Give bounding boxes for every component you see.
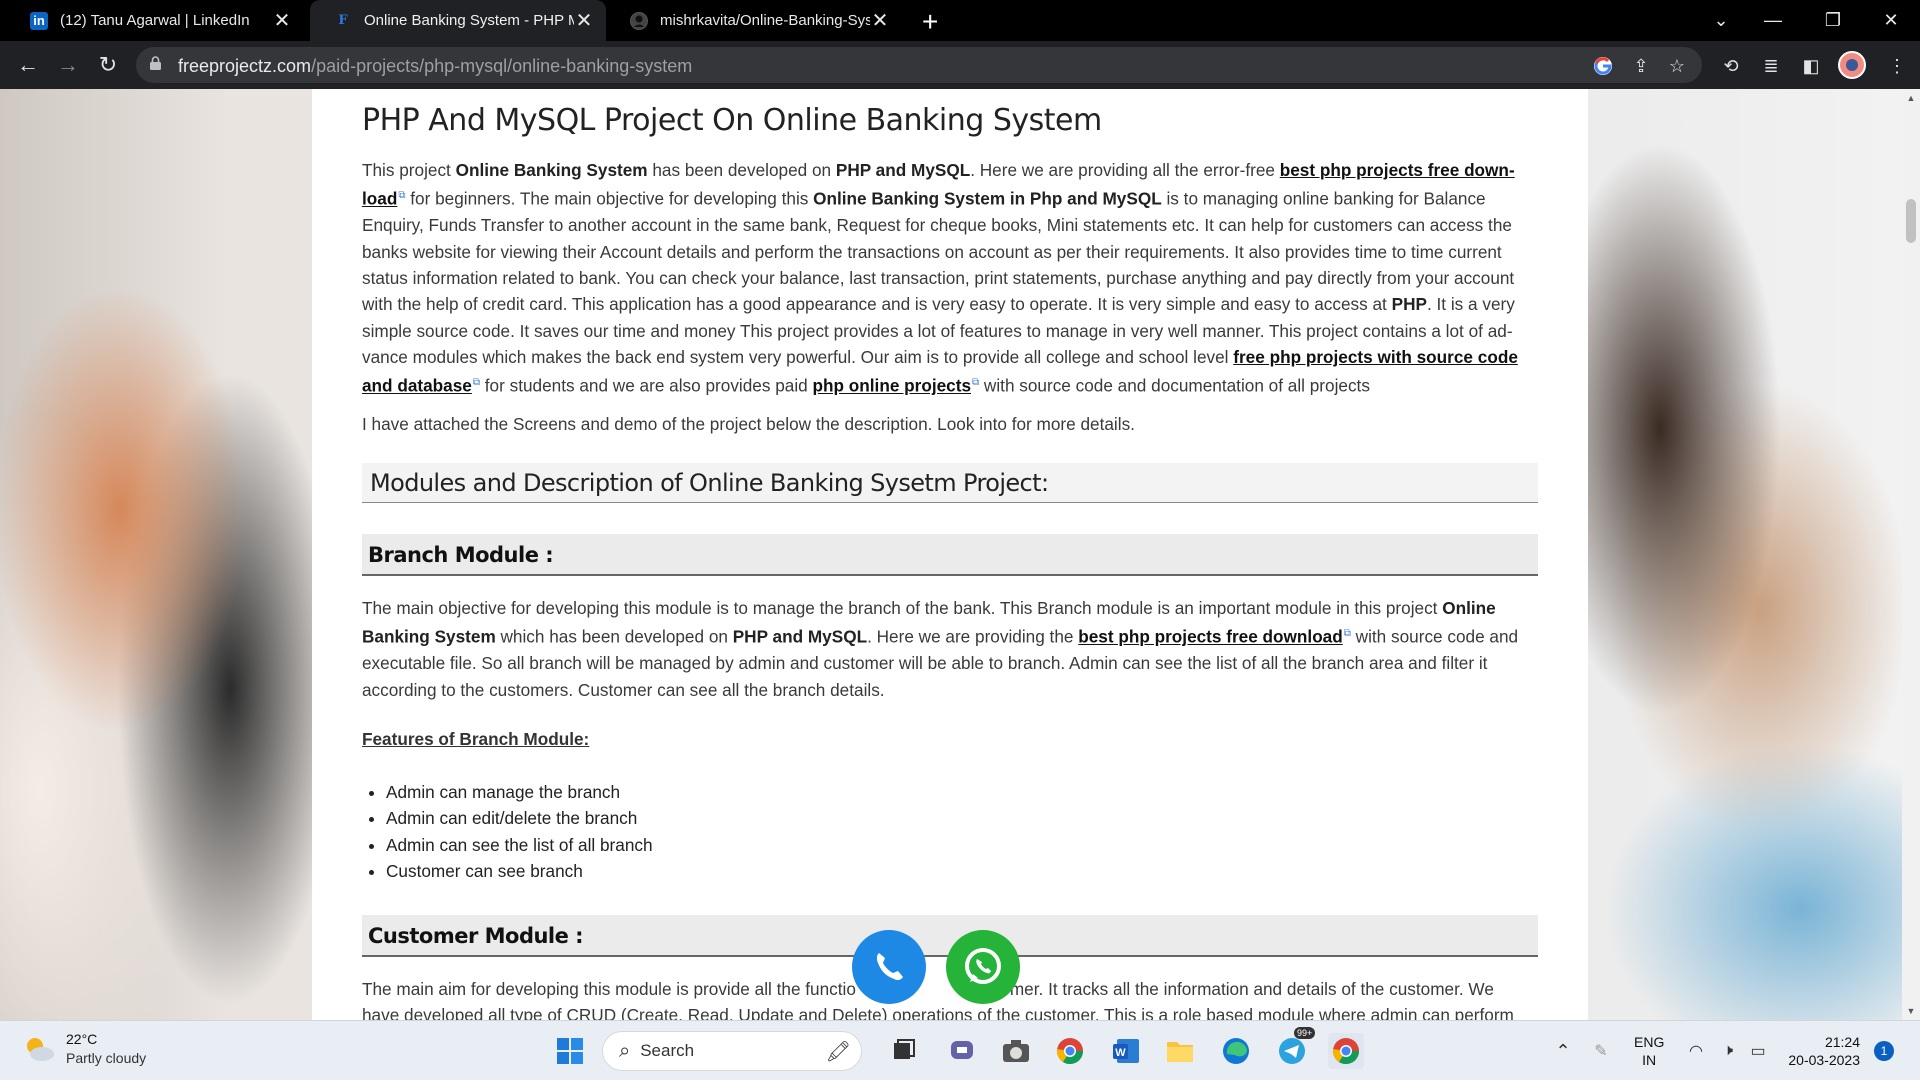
file-explorer-icon[interactable] — [1162, 1033, 1198, 1069]
language-indicator[interactable]: ENG IN — [1634, 1033, 1664, 1069]
bookmark-star-icon[interactable]: ☆ — [1666, 55, 1688, 77]
php-online-projects-link[interactable]: php online projects — [813, 376, 972, 396]
reload-icon[interactable]: ↻ — [92, 49, 124, 81]
edge-icon[interactable] — [1218, 1033, 1254, 1069]
restore-button[interactable]: ❐ — [1808, 0, 1858, 41]
list-item: Admin can manage the branch — [386, 779, 653, 805]
close-icon[interactable]: ✕ — [574, 8, 594, 33]
start-button[interactable] — [552, 1033, 588, 1069]
list-item: Admin can edit/delete the branch — [386, 805, 653, 831]
scroll-down-icon[interactable]: ▼ — [1902, 1006, 1920, 1016]
word-icon[interactable]: W — [1108, 1033, 1144, 1069]
tab-online-banking[interactable]: F Online Banking System - PHP My ✕ — [310, 0, 606, 41]
telegram-badge: 99+ — [1294, 1027, 1316, 1039]
browser-toolbar: ← → ↻ freeprojectz.com/paid-projects/php… — [0, 41, 1920, 89]
list-item: Customer can see branch — [386, 858, 653, 884]
scrollbar[interactable]: ▲ ▼ — [1902, 89, 1920, 1020]
tab-linkedin[interactable]: in (12) Tanu Agarwal | LinkedIn ✕ — [6, 0, 304, 41]
svg-text:W: W — [1115, 1047, 1126, 1059]
media-queue-icon[interactable]: ≣ — [1758, 53, 1784, 79]
tab-title: mishrkavita/Online-Banking-Syst — [660, 12, 870, 29]
page-viewport: PHP And MySQL Project On Online Banking … — [0, 89, 1902, 1020]
github-icon — [630, 11, 648, 30]
wifi-icon[interactable]: ◠ — [1678, 1033, 1714, 1069]
branch-features-title: Features of Branch Module: — [362, 729, 590, 749]
battery-icon[interactable]: ▭ — [1740, 1033, 1776, 1069]
back-arrow-icon[interactable]: ← — [12, 49, 44, 81]
whatsapp-icon — [965, 948, 1001, 984]
tab-title: (12) Tanu Agarwal | LinkedIn — [60, 12, 250, 29]
lock-icon — [150, 56, 161, 70]
tab-search-chevron-icon[interactable]: ⌄ — [1696, 0, 1746, 41]
linkedin-icon: in — [30, 11, 48, 30]
chevron-up-icon[interactable]: ⌃ — [1545, 1033, 1581, 1069]
demo-note: I have attached the Screens and demo of … — [362, 414, 1135, 434]
pen-menu-icon[interactable]: ✎ — [1583, 1033, 1619, 1069]
partly-cloudy-icon — [22, 1034, 56, 1064]
weather-widget[interactable]: 22°C Partly cloudy — [22, 1031, 146, 1066]
scrollbar-thumb[interactable] — [1906, 199, 1916, 243]
url-text: freeprojectz.com/paid-projects/php-mysql… — [178, 56, 693, 76]
windows-icon — [557, 1038, 583, 1064]
search-highlight-icon: 🖍 — [825, 1040, 851, 1063]
profile-avatar[interactable] — [1838, 51, 1866, 79]
search-label: Search — [640, 1041, 695, 1060]
menu-kebab-icon[interactable]: ⋮ — [1884, 53, 1910, 79]
teams-chat-icon[interactable] — [944, 1033, 980, 1069]
new-tab-button[interactable]: + — [922, 6, 938, 38]
branch-features-list: Admin can manage the branch Admin can ed… — [386, 779, 653, 884]
weather-condition: Partly cloudy — [66, 1050, 147, 1066]
external-link-icon: ⧉ — [472, 377, 480, 389]
branch-module-paragraph: The main objective for developing this m… — [362, 598, 1519, 700]
side-panel-icon[interactable]: ◧ — [1798, 53, 1824, 79]
google-icon[interactable] — [1592, 55, 1614, 77]
page-title: PHP And MySQL Project On Online Banking … — [362, 103, 1102, 138]
close-window-button[interactable]: ✕ — [1866, 0, 1916, 41]
external-link-icon: ⧉ — [1343, 628, 1351, 640]
intro-paragraph: This project Online Banking System has b… — [362, 160, 1518, 396]
chrome-icon[interactable] — [1052, 1033, 1088, 1069]
tab-github[interactable]: mishrkavita/Online-Banking-Syst ✕ — [606, 0, 902, 41]
call-button[interactable] — [852, 930, 926, 1004]
tab-title: Online Banking System - PHP My — [364, 12, 574, 29]
chrome-active-icon[interactable] — [1328, 1033, 1364, 1069]
notification-badge[interactable]: 1 — [1874, 1041, 1894, 1061]
taskbar-search[interactable]: ⌕ Search 🖍 — [602, 1031, 862, 1071]
freeprojectz-icon: F — [338, 13, 348, 28]
minimize-button[interactable]: — — [1748, 0, 1798, 41]
best-php-projects-download-link[interactable]: best php projects free download — [1078, 627, 1343, 647]
weather-temp: 22°C — [66, 1031, 98, 1047]
forward-arrow-icon[interactable]: → — [52, 49, 84, 81]
address-bar[interactable]: freeprojectz.com/paid-projects/php-mysql… — [136, 47, 1702, 83]
windows-taskbar: 22°C Partly cloudy ⌕ Search 🖍 W 99+ ⌃ ✎ … — [0, 1020, 1920, 1080]
scroll-up-icon[interactable]: ▲ — [1902, 93, 1920, 103]
close-icon[interactable]: ✕ — [272, 8, 292, 33]
list-item: Admin can see the list of all branch — [386, 832, 653, 858]
article-card: PHP And MySQL Project On Online Banking … — [312, 89, 1588, 1020]
phone-icon — [876, 953, 903, 981]
search-icon: ⌕ — [619, 1039, 631, 1062]
close-icon[interactable]: ✕ — [870, 8, 890, 33]
share-icon[interactable]: ⇪ — [1630, 55, 1652, 77]
branch-module-heading: Branch Module : — [362, 534, 1538, 576]
tab-strip: in (12) Tanu Agarwal | LinkedIn ✕ F Onli… — [0, 0, 1920, 41]
camera-icon[interactable] — [998, 1033, 1034, 1069]
extension-icon[interactable]: ⟲ — [1718, 53, 1744, 79]
modules-heading: Modules and Description of Online Bankin… — [362, 463, 1538, 503]
task-view-icon[interactable] — [886, 1033, 922, 1069]
clock[interactable]: 21:24 20-03-2023 — [1780, 1033, 1860, 1069]
telegram-icon[interactable]: 99+ — [1274, 1027, 1316, 1069]
whatsapp-button[interactable] — [946, 930, 1020, 1004]
